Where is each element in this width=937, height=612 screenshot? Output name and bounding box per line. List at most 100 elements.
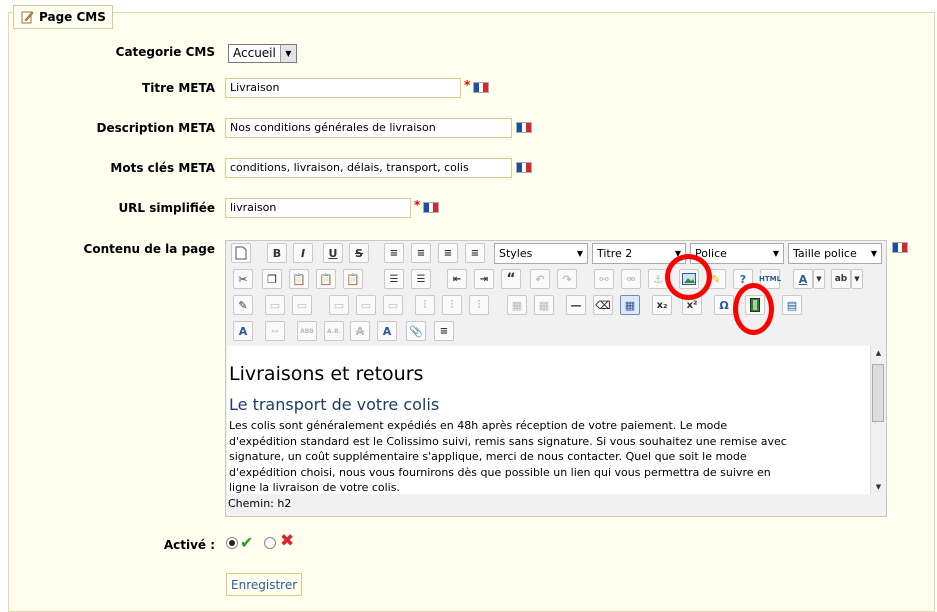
friendly-url-input[interactable]: livraison	[225, 198, 411, 218]
bulleted-list-icon[interactable]: ☰	[384, 269, 404, 289]
paste-icon[interactable]: 📋	[289, 269, 309, 289]
blockquote-icon[interactable]: “	[501, 269, 521, 289]
table-cell-icon[interactable]: ▦	[507, 295, 527, 315]
template-icon[interactable]: ▤	[782, 295, 802, 315]
table-column-icon[interactable]: ⫶	[469, 295, 489, 315]
format-icon[interactable]: A.B.	[324, 321, 344, 341]
annotation-circle	[733, 283, 774, 335]
category-value: Accueil	[233, 46, 276, 60]
french-flag-icon[interactable]	[423, 202, 439, 213]
attachment-icon[interactable]: 📎	[406, 321, 426, 341]
chevron-down-icon[interactable]: ▼	[851, 269, 863, 289]
meta-title-label: Titre META	[142, 81, 215, 95]
format-icon[interactable]: «»	[265, 321, 285, 341]
element-path: Chemin: h2	[228, 497, 292, 510]
active-label: Activé :	[163, 538, 215, 552]
chevron-down-icon: ▼	[573, 244, 587, 263]
form-field-icon[interactable]: ▭	[265, 295, 285, 315]
eraser-icon[interactable]: ⌫	[593, 295, 613, 315]
font-size-dropdown-value: Taille police	[793, 247, 857, 260]
required-marker: *	[414, 198, 421, 212]
content-label: Contenu de la page	[83, 242, 215, 256]
cut-icon[interactable]: ✂	[233, 269, 253, 289]
table-column-icon[interactable]: ⫶	[442, 295, 462, 315]
align-left-icon[interactable]: ≡	[384, 243, 404, 263]
font-size-dropdown[interactable]: Taille police ▼	[788, 243, 882, 264]
form-field-icon[interactable]: ▭	[292, 295, 312, 315]
align-justify-icon[interactable]: ≡	[465, 243, 485, 263]
content-subheading: Le transport de votre colis	[229, 395, 440, 414]
format-icon[interactable]: ABB	[297, 321, 317, 341]
scroll-up-icon[interactable]: ▲	[871, 346, 886, 360]
chevron-down-icon: ▼	[867, 244, 881, 263]
edit-page-icon	[20, 10, 34, 24]
unlink-icon[interactable]: ⚮	[621, 269, 641, 289]
active-yes-radio[interactable]	[226, 537, 238, 549]
category-label: Categorie CMS	[115, 45, 215, 59]
scroll-thumb[interactable]	[872, 364, 884, 422]
format-dropdown-value: Titre 2	[597, 247, 633, 260]
strikethrough-icon[interactable]: S	[349, 243, 369, 263]
indent-icon[interactable]: ⇥	[474, 269, 494, 289]
bold-icon[interactable]: B	[267, 243, 287, 263]
fieldset-legend: Page CMS	[13, 5, 113, 29]
content-heading: Livraisons et retours	[229, 363, 424, 385]
form-field-icon[interactable]: ▭	[383, 295, 403, 315]
required-marker: *	[464, 78, 471, 92]
table-cell-icon[interactable]: ▦	[534, 295, 554, 315]
subscript-icon[interactable]: x₂	[652, 295, 672, 315]
edit-form-icon[interactable]: ✎	[233, 295, 253, 315]
redo-icon[interactable]: ↷	[557, 269, 577, 289]
french-flag-icon[interactable]	[516, 162, 532, 173]
copy-icon[interactable]: ❐	[262, 269, 282, 289]
text-color-icon[interactable]: A	[793, 269, 813, 289]
legend-title: Page CMS	[39, 10, 106, 24]
active-no-radio[interactable]	[264, 537, 276, 549]
category-select[interactable]: Accueil ▼	[228, 44, 297, 63]
paste-word-icon[interactable]: 📋	[343, 269, 363, 289]
link-icon[interactable]: ⚯	[594, 269, 614, 289]
numbered-list-icon[interactable]: ☰	[411, 269, 431, 289]
new-page-icon[interactable]	[231, 243, 251, 263]
friendly-url-label: URL simplifiée	[118, 201, 215, 215]
chevron-down-icon[interactable]: ▼	[813, 269, 825, 289]
french-flag-icon[interactable]	[516, 122, 532, 133]
table-icon[interactable]: ▦	[620, 295, 640, 315]
horizontal-rule-icon[interactable]: —	[566, 295, 586, 315]
save-button[interactable]: Enregistrer	[226, 573, 303, 596]
editor-content[interactable]: Livraisons et retours Le transport de vo…	[227, 346, 870, 494]
meta-keywords-input[interactable]: conditions, livraison, délais, transport…	[225, 158, 512, 178]
meta-description-input[interactable]: Nos conditions générales de livraison	[225, 118, 512, 138]
spellcheck-icon[interactable]: ab	[831, 269, 851, 289]
outdent-icon[interactable]: ⇤	[447, 269, 467, 289]
meta-description-label: Description META	[96, 121, 215, 135]
meta-keywords-label: Mots clés META	[110, 161, 215, 175]
rich-text-editor: B I U S ≡ ≡ ≡ ≡ Styles ▼ Titre 2 ▼ Police ▼…	[225, 240, 887, 517]
paste-text-icon[interactable]: 📋	[316, 269, 336, 289]
form-field-icon[interactable]: ▭	[329, 295, 349, 315]
french-flag-icon[interactable]	[473, 82, 489, 93]
italic-icon[interactable]: I	[293, 243, 313, 263]
form-field-icon[interactable]: ▭	[356, 295, 376, 315]
content-paragraph: Les colis sont généralement expédiés en …	[229, 419, 787, 494]
underline-icon[interactable]: U	[323, 243, 343, 263]
special-char-icon[interactable]: Ω	[714, 295, 734, 315]
styles-dropdown-value: Styles	[499, 247, 533, 260]
scroll-down-icon[interactable]: ▼	[871, 480, 886, 494]
editor-scrollbar[interactable]: ▲ ▼	[870, 346, 886, 494]
align-right-icon[interactable]: ≡	[438, 243, 458, 263]
styles-dropdown[interactable]: Styles ▼	[494, 243, 588, 264]
check-icon: ✔	[240, 533, 254, 552]
table-column-icon[interactable]: ⫶	[415, 295, 435, 315]
remove-format-icon[interactable]: A	[350, 321, 370, 341]
align-center-icon[interactable]: ≡	[411, 243, 431, 263]
chevron-down-icon: ▼	[769, 244, 783, 263]
meta-title-input[interactable]: Livraison	[225, 78, 461, 98]
cross-icon: ✖	[280, 531, 295, 551]
undo-icon[interactable]: ↶	[530, 269, 550, 289]
font-style-icon[interactable]: A	[377, 321, 397, 341]
french-flag-icon[interactable]	[892, 242, 908, 253]
style-icon[interactable]: A	[233, 321, 253, 341]
annotation-circle	[665, 254, 712, 300]
justify-icon[interactable]: ≡	[434, 321, 454, 341]
